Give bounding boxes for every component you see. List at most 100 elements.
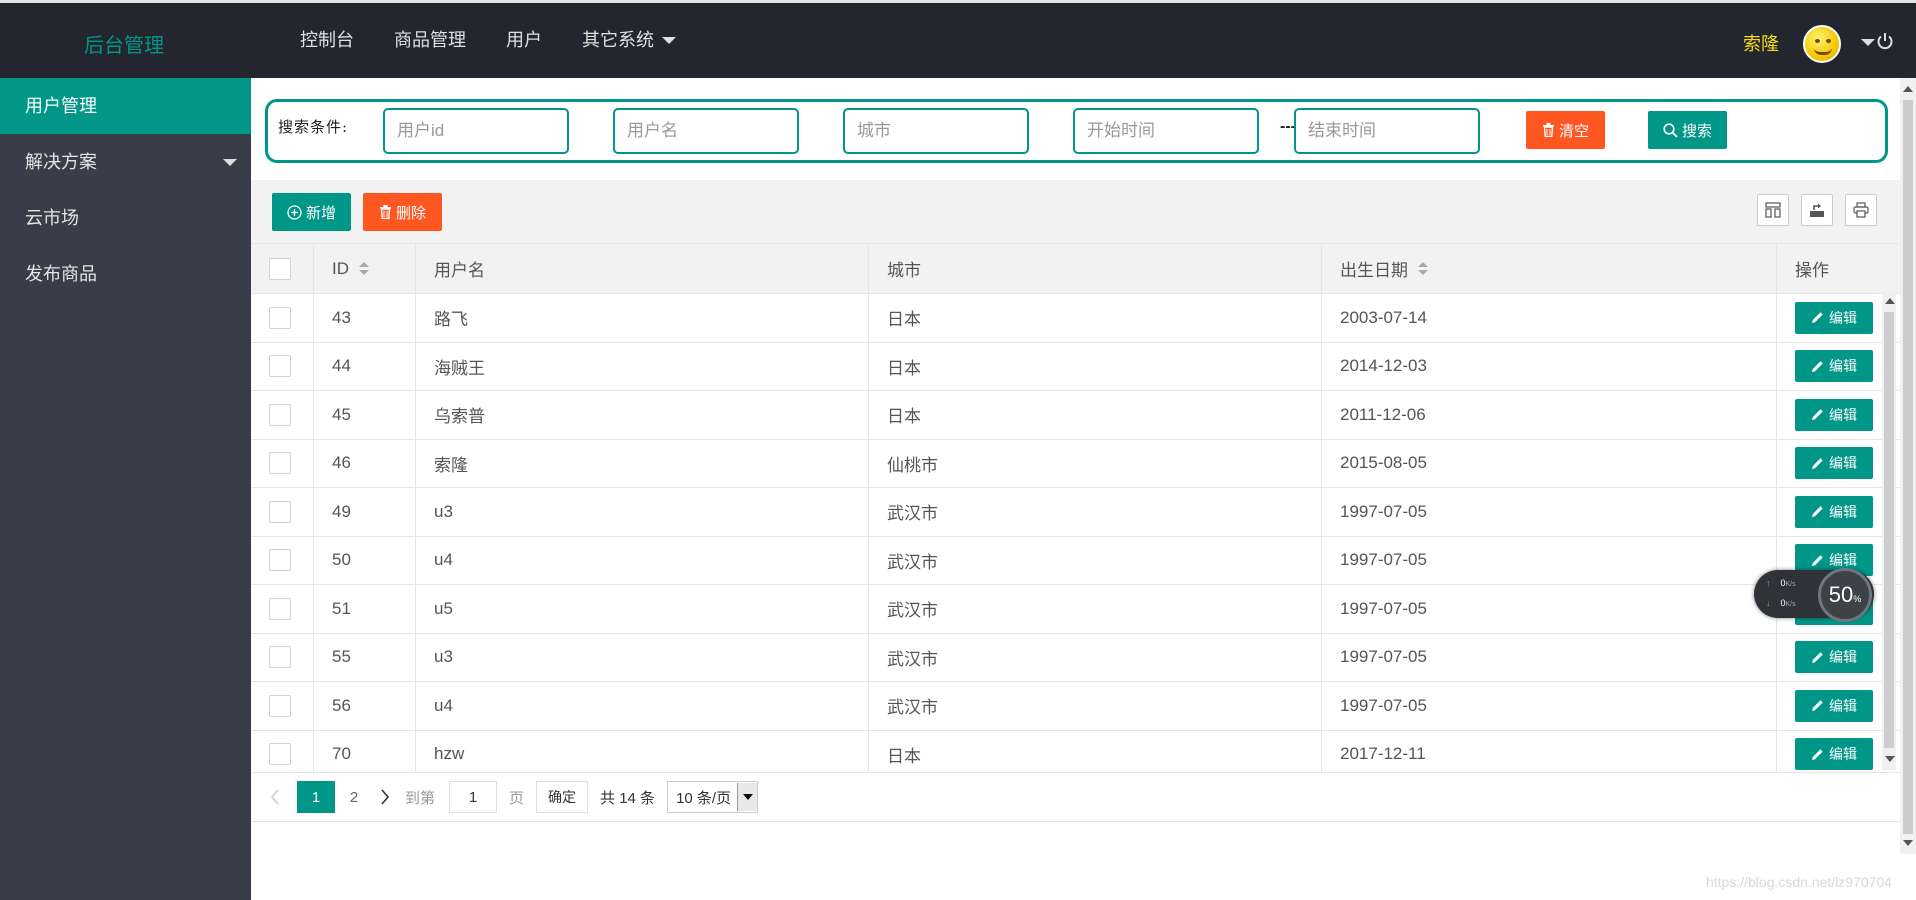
chevron-down-icon[interactable] bbox=[1861, 39, 1875, 46]
row-checkbox-cell bbox=[251, 391, 314, 439]
row-checkbox[interactable] bbox=[269, 403, 291, 426]
nav-item-products[interactable]: 商品管理 bbox=[394, 3, 466, 78]
cell-username: 乌索普 bbox=[416, 391, 869, 439]
cell-birth-date: 1997-07-05 bbox=[1322, 682, 1777, 730]
edit-label: 编辑 bbox=[1829, 697, 1857, 714]
scroll-up-arrow[interactable] bbox=[1885, 298, 1895, 304]
user-name[interactable]: 索隆 bbox=[1743, 30, 1779, 56]
edit-button[interactable]: 编辑 bbox=[1795, 495, 1873, 528]
sort-icon[interactable] bbox=[1418, 262, 1428, 275]
edit-button[interactable]: 编辑 bbox=[1795, 641, 1873, 674]
add-button[interactable]: 新增 bbox=[272, 193, 351, 231]
pencil-icon bbox=[1812, 361, 1823, 372]
table-row: 51u5武汉市1997-07-05编辑 bbox=[251, 585, 1900, 634]
edit-button[interactable]: 编辑 bbox=[1795, 301, 1873, 334]
row-checkbox[interactable] bbox=[269, 355, 291, 378]
scroll-down-arrow[interactable] bbox=[1885, 756, 1895, 762]
scroll-up-arrow[interactable] bbox=[1903, 86, 1913, 92]
printer-icon bbox=[1853, 202, 1869, 218]
scroll-down-arrow[interactable] bbox=[1903, 840, 1913, 846]
cell-birth-date: 1997-07-05 bbox=[1322, 633, 1777, 681]
scrollbar-thumb[interactable] bbox=[1884, 312, 1894, 748]
end-time-input[interactable] bbox=[1294, 108, 1480, 154]
network-speed-widget[interactable]: ↑ 0K/s ↓ 0K/s 50% bbox=[1754, 568, 1874, 622]
search-button[interactable]: 搜索 bbox=[1648, 111, 1727, 149]
edit-button[interactable]: 编辑 bbox=[1795, 689, 1873, 722]
nav-item-console[interactable]: 控制台 bbox=[300, 3, 354, 78]
sidebar-item-user-management[interactable]: 用户管理 bbox=[0, 78, 251, 134]
column-header-birth-date[interactable]: 出生日期 bbox=[1322, 244, 1777, 293]
power-icon[interactable] bbox=[1876, 32, 1894, 50]
start-time-input[interactable] bbox=[1073, 108, 1259, 154]
row-checkbox-cell bbox=[251, 730, 314, 778]
app-logo[interactable]: 后台管理 bbox=[84, 29, 164, 58]
edit-label: 编辑 bbox=[1829, 503, 1857, 520]
edit-button[interactable]: 编辑 bbox=[1795, 447, 1873, 480]
chevron-right-icon[interactable] bbox=[379, 788, 391, 806]
row-checkbox[interactable] bbox=[269, 306, 291, 329]
goto-page-input[interactable] bbox=[449, 781, 498, 813]
columns-filter-button[interactable] bbox=[1757, 194, 1789, 226]
chevron-down-icon bbox=[223, 159, 237, 166]
pencil-icon bbox=[1812, 652, 1823, 663]
row-checkbox[interactable] bbox=[269, 452, 291, 475]
column-header-label: 用户名 bbox=[434, 261, 485, 280]
username-input[interactable] bbox=[613, 108, 799, 154]
edit-button[interactable]: 编辑 bbox=[1795, 398, 1873, 431]
table-scrollbar[interactable] bbox=[1882, 290, 1896, 770]
cell-city: 日本 bbox=[869, 294, 1322, 342]
row-checkbox[interactable] bbox=[269, 500, 291, 523]
edit-button[interactable]: 编辑 bbox=[1795, 350, 1873, 383]
export-button[interactable] bbox=[1801, 194, 1833, 226]
table-row: 50 u4 武汉市 1997-07-05 编辑 bbox=[251, 536, 1900, 585]
edit-button[interactable]: 编辑 bbox=[1795, 738, 1873, 771]
nav-label: 其它系统 bbox=[582, 30, 654, 50]
delete-button[interactable]: 删除 bbox=[363, 193, 442, 231]
sort-icon[interactable] bbox=[359, 262, 369, 275]
row-checkbox[interactable] bbox=[269, 646, 291, 669]
sidebar: 用户管理 解决方案 云市场 发布商品 bbox=[0, 78, 251, 900]
sidebar-item-cloud-market[interactable]: 云市场 bbox=[0, 190, 251, 246]
cell-username: 索隆 bbox=[416, 439, 869, 487]
cell-birth-date: 2015-08-05 bbox=[1322, 439, 1777, 487]
table-row: 56 u4 武汉市 1997-07-05 编辑 bbox=[251, 682, 1900, 731]
cell-city: 日本 bbox=[869, 342, 1322, 390]
chevron-left-icon[interactable] bbox=[269, 788, 281, 806]
table-row: 43 路飞 日本 2003-07-14 编辑 bbox=[251, 294, 1900, 343]
sidebar-item-label: 云市场 bbox=[25, 208, 79, 228]
scrollbar-thumb[interactable] bbox=[1903, 100, 1913, 834]
clear-button[interactable]: 清空 bbox=[1526, 111, 1605, 149]
search-label-text: 搜索 bbox=[1681, 122, 1712, 140]
cell-city: 武汉市 bbox=[869, 536, 1322, 584]
nav-item-users[interactable]: 用户 bbox=[506, 3, 542, 78]
sidebar-item-solutions[interactable]: 解决方案 bbox=[0, 134, 251, 190]
confirm-button[interactable]: 确定 bbox=[536, 781, 589, 813]
row-checkbox-cell bbox=[251, 294, 314, 342]
row-checkbox[interactable] bbox=[269, 549, 291, 572]
nav-label: 控制台 bbox=[300, 30, 354, 50]
page-size-select[interactable]: 10 条/页 bbox=[667, 781, 759, 813]
cell-actions: 编辑 bbox=[1777, 343, 1887, 391]
row-checkbox-cell bbox=[251, 342, 314, 390]
goto-label: 到第 bbox=[405, 789, 436, 807]
page-button[interactable]: 2 bbox=[335, 789, 373, 806]
row-checkbox[interactable] bbox=[269, 743, 291, 766]
nav-label: 用户 bbox=[506, 30, 542, 50]
column-header-id[interactable]: ID bbox=[314, 244, 416, 293]
cell-username: u3 bbox=[416, 488, 869, 536]
row-checkbox[interactable] bbox=[269, 694, 291, 717]
print-button[interactable] bbox=[1845, 194, 1877, 226]
nav-item-other-systems[interactable]: 其它系统 bbox=[582, 3, 676, 78]
user-id-input[interactable] bbox=[383, 108, 569, 154]
select-all-checkbox[interactable] bbox=[269, 257, 291, 280]
nav-label: 商品管理 bbox=[394, 30, 466, 50]
row-checkbox[interactable] bbox=[269, 597, 291, 620]
cell-id: 46 bbox=[314, 439, 416, 487]
sidebar-item-publish-product[interactable]: 发布商品 bbox=[0, 246, 251, 302]
page-scrollbar[interactable] bbox=[1900, 78, 1916, 854]
cell-city: 武汉市 bbox=[869, 585, 1322, 633]
pencil-icon bbox=[1812, 555, 1823, 566]
city-input[interactable] bbox=[843, 108, 1029, 154]
avatar[interactable] bbox=[1803, 25, 1841, 63]
page-button-current[interactable]: 1 bbox=[297, 781, 335, 813]
